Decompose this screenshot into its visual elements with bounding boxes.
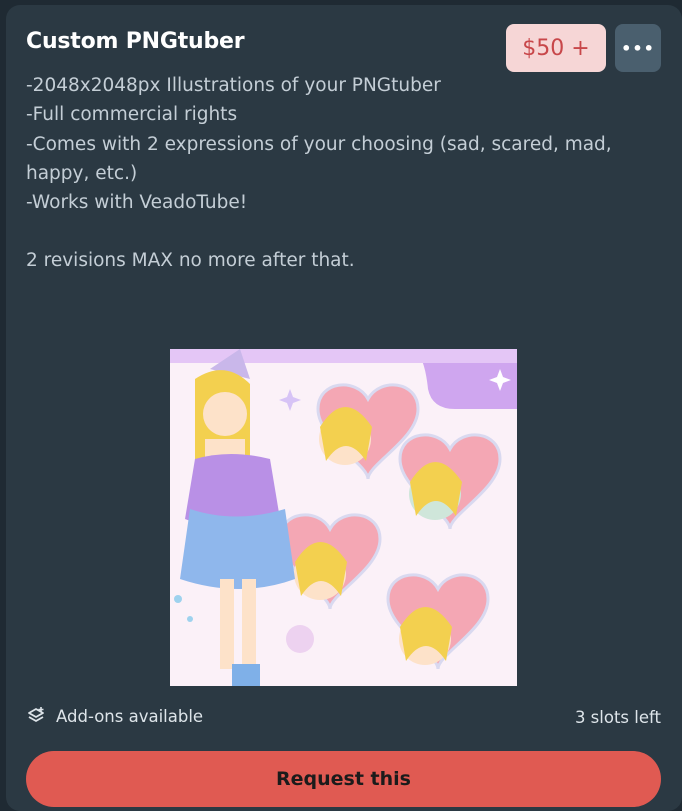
commission-title: Custom PNGtuber	[26, 29, 245, 54]
description-line	[26, 217, 656, 246]
commission-description: -2048x2048px Illustrations of your PNGtu…	[26, 71, 656, 276]
addons-label: Add-ons available	[56, 706, 204, 726]
description-line: -Comes with 2 expressions of your choosi…	[26, 133, 612, 155]
ellipsis-icon: •••	[621, 38, 655, 58]
description-line: -Works with VeadoTube!	[26, 192, 248, 214]
addons-indicator[interactable]: Add-ons available	[26, 706, 203, 726]
slots-remaining: 3 slots left	[574, 708, 661, 727]
description-line: happy, etc.)	[26, 162, 138, 184]
description-line: -Full commercial rights	[26, 104, 238, 126]
description-line: -2048x2048px Illustrations of your PNGtu…	[26, 75, 441, 96]
pngtuber-illustration	[170, 349, 517, 686]
request-button[interactable]: Request this	[26, 751, 661, 807]
price-badge: $50 +	[506, 24, 606, 72]
layers-plus-icon	[28, 707, 44, 722]
commission-card: Custom PNGtuber $50 + ••• -2048x2048px I…	[6, 5, 682, 811]
example-artwork[interactable]	[170, 349, 517, 686]
more-options-button[interactable]: •••	[615, 24, 661, 72]
description-line: 2 revisions MAX no more after that.	[26, 250, 355, 272]
